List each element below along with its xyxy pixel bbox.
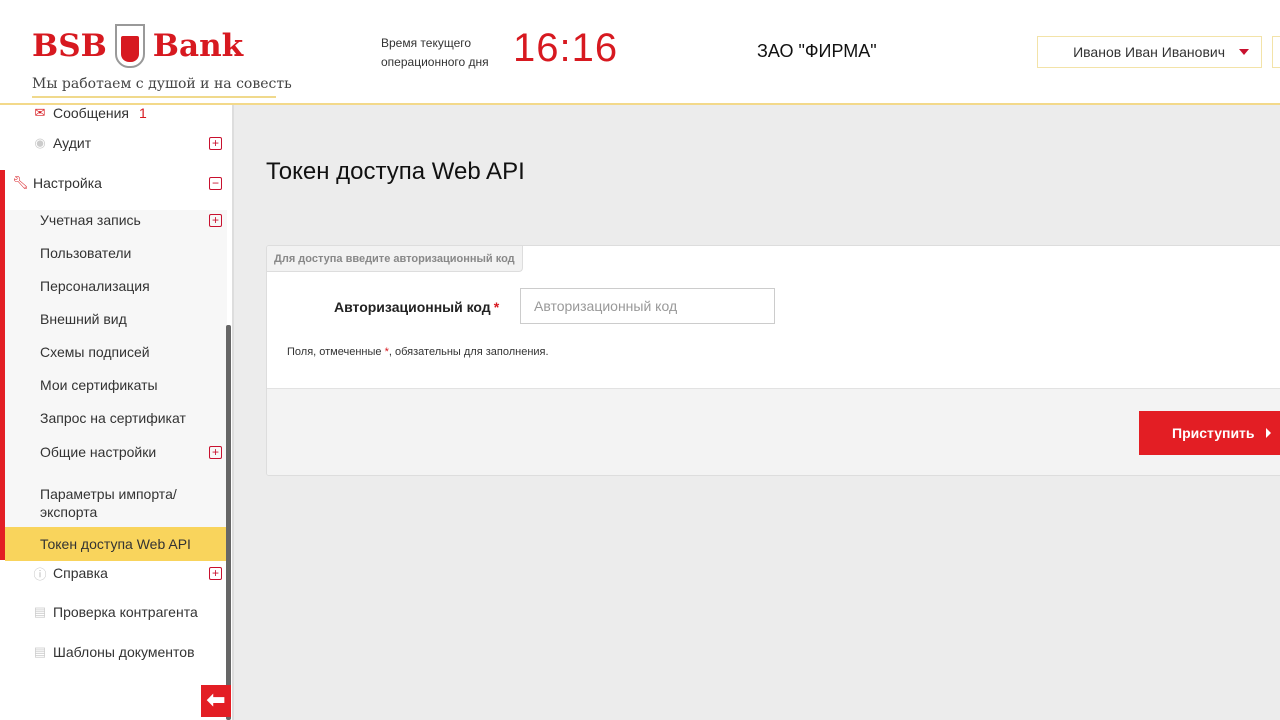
scrollbar[interactable] (226, 325, 231, 720)
label: Шаблоны документов (53, 644, 195, 660)
eye-icon: ◉ (34, 135, 46, 150)
form-legend: Для доступа введите авторизационный код (267, 246, 523, 272)
label: Общие настройки (40, 444, 157, 460)
company-name: ЗАО "ФИРМА" (757, 41, 877, 61)
submit-button[interactable]: Приступить (1139, 411, 1280, 455)
auth-code-input[interactable] (520, 288, 775, 324)
label: Справка (53, 565, 108, 581)
caret-right-icon (1266, 428, 1271, 438)
label: Схемы подписей (40, 344, 150, 360)
logo-text: BSB (32, 28, 107, 64)
info-icon: ⓘ (33, 566, 47, 582)
label: Мои сертификаты (40, 377, 158, 393)
sidebar: ✉ Сообщения 1 ◉ Аудит + 🔧︎ Настройка − Учетная… (0, 105, 234, 720)
sidebar-item-messages[interactable]: ✉ Сообщения 1 (0, 105, 226, 121)
collapse-sidebar-button[interactable]: ⬅ (201, 685, 231, 717)
header: BSB Bank Мы работаем с душой и на совесть… (0, 0, 1280, 105)
bank-logo[interactable]: BSB Bank Мы работаем с душой и на совесть (32, 22, 292, 98)
required-mark: * (493, 299, 500, 315)
shield-icon (114, 24, 145, 68)
user-menu[interactable]: Иванов Иван Иванович (1037, 36, 1262, 68)
label: Внешний вид (40, 311, 127, 327)
label: Настройка (33, 175, 102, 191)
page-title: Токен доступа Web API (266, 158, 525, 185)
sidebar-item-web-api-token[interactable]: Токен доступа Web API (5, 527, 227, 561)
messages-count: 1 (138, 105, 147, 121)
label: Пользователи (40, 245, 132, 261)
label: Параметры импорта/экспорта (40, 486, 177, 520)
label: Проверка контрагента (53, 604, 198, 620)
arrow-left-icon: ⬅ (206, 687, 226, 712)
label: Аудит (53, 135, 92, 151)
tagline: Мы работаем с душой и на совесть (32, 72, 292, 98)
label: Токен доступа Web API (40, 536, 191, 552)
envelope-icon: ✉ (34, 105, 46, 120)
expand-icon[interactable]: + (209, 213, 222, 227)
expand-icon[interactable]: + (209, 445, 222, 459)
sidebar-item-import-export[interactable]: Параметры импорта/экспорта (0, 485, 226, 521)
field-label: Авторизационный код * (334, 299, 500, 315)
expand-icon[interactable]: + (209, 136, 222, 150)
form-footer: Приступить (267, 388, 1280, 475)
time-label: Время текущего операционного дня (381, 36, 489, 69)
expand-icon[interactable]: + (209, 566, 222, 580)
label: Сообщения 1 (53, 105, 147, 121)
collapse-icon[interactable]: − (209, 176, 222, 190)
chevron-down-icon (1239, 49, 1249, 55)
operational-time: 16:16 (513, 26, 619, 70)
wrench-icon: 🔧︎ (12, 175, 29, 190)
label: Запрос на сертификат (40, 410, 186, 426)
logo-text: Bank (152, 28, 244, 64)
user-name: Иванов Иван Иванович (1073, 44, 1225, 60)
required-note: Поля, отмеченные *, обязательны для запо… (287, 346, 549, 358)
document-icon: ▤ (33, 644, 47, 659)
document-icon: ▤ (33, 604, 47, 619)
label: Персонализация (40, 278, 150, 294)
header-button[interactable] (1272, 36, 1280, 68)
label: Учетная запись (40, 212, 141, 228)
auth-form: Для доступа введите авторизационный код … (266, 245, 1280, 476)
